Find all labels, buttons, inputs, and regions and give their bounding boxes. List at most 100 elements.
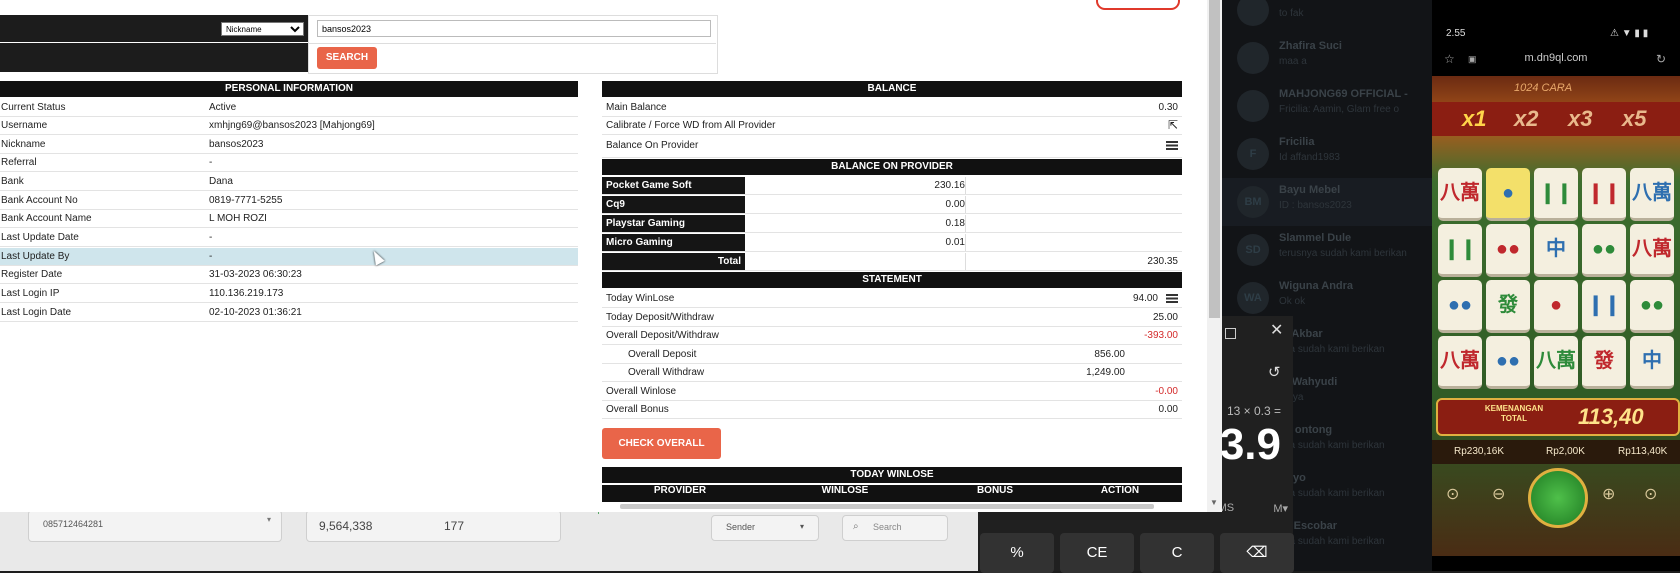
overall-deposit-label: Overall Deposit: [628, 349, 697, 360]
percent-button[interactable]: %: [980, 533, 1054, 573]
game-banner: 1024 CARA x1 x2 x3 x5: [1432, 82, 1680, 136]
chat-list-item[interactable]: BM Bayu Mebel ID : bansos2023: [1215, 178, 1437, 226]
list-icon[interactable]: [1166, 290, 1178, 307]
personal-info-header: PERSONAL INFORMATION: [0, 81, 578, 97]
close-icon[interactable]: ✕: [1270, 320, 1283, 340]
ce-button[interactable]: CE: [1060, 533, 1134, 573]
chat-message: nya sudah kami berikan: [1279, 440, 1385, 451]
history-icon[interactable]: ↺: [1268, 363, 1281, 381]
avatar: [1237, 42, 1269, 74]
calibrate-row: Calibrate / Force WD from All Provider ⇱: [602, 117, 1182, 135]
ways-label: 1024 CARA: [1514, 82, 1573, 94]
search-button[interactable]: SEARCH: [317, 47, 377, 69]
spin-button[interactable]: [1528, 468, 1588, 528]
personal-info-value: L MOH ROZI: [209, 213, 267, 224]
list-icon[interactable]: [1166, 137, 1178, 154]
auto-icon[interactable]: ⊙: [1644, 484, 1657, 504]
today-deposit-withdraw-row: Today Deposit/Withdraw 25.00: [602, 309, 1182, 327]
horizontal-scrollbar[interactable]: [620, 504, 1154, 509]
personal-info-label: Referral: [1, 157, 37, 168]
personal-info-label: Last Login Date: [1, 307, 72, 318]
chat-message: nya sudah kami berikan: [1279, 344, 1385, 355]
multiplier-x1: x1: [1462, 106, 1487, 131]
personal-info-label: Bank Account Name: [1, 213, 92, 224]
mahjong-tile: 八萬: [1630, 224, 1674, 277]
maximize-icon[interactable]: [1225, 328, 1236, 339]
chat-list-item[interactable]: F Fricilia Id affand1983: [1215, 130, 1437, 178]
chat-message: terusnya sudah kami berikan: [1279, 248, 1407, 259]
phone-field[interactable]: 085712464281 ▾: [28, 510, 282, 542]
check-overall-button[interactable]: CHECK OVERALL: [602, 428, 721, 459]
calc-expression: 13 × 0.3 =: [1226, 404, 1281, 418]
overall-deposit-value: 856.00: [1094, 349, 1125, 360]
chat-list-item[interactable]: WA Wiguna Andra Ok ok: [1215, 274, 1437, 322]
provider-balance: 0.00: [945, 199, 965, 210]
search-type-select[interactable]: Nickname: [221, 22, 304, 36]
personal-info-value: Active: [209, 102, 237, 113]
chat-list-item[interactable]: to fak: [1215, 0, 1437, 34]
provider-name: Pocket Game Soft: [602, 177, 745, 194]
win-label: KEMENANGAN TOTAL: [1484, 404, 1544, 423]
external-link-icon[interactable]: ⇱: [1168, 117, 1178, 134]
turbo-icon[interactable]: ⊙: [1446, 484, 1459, 504]
browser-url[interactable]: m.dn9ql.com: [1432, 52, 1680, 64]
personal-info-label: Current Status: [1, 102, 66, 113]
personal-info-label: Last Update By: [1, 251, 70, 262]
minus-icon[interactable]: ⊖: [1492, 484, 1505, 504]
sender-select-label: Sender: [726, 522, 756, 532]
mahjong-tile: 中: [1534, 224, 1578, 277]
chevron-down-icon: ▾: [799, 522, 804, 531]
personal-info-value: bansos2023: [209, 139, 264, 150]
mahjong-tile: 發: [1582, 336, 1626, 389]
sender-select[interactable]: Sender ▾: [711, 515, 819, 541]
personal-info-label: Last Login IP: [1, 288, 60, 299]
personal-info-label: Register Date: [1, 269, 63, 280]
mahjong-tile: 中: [1630, 336, 1674, 389]
overall-withdraw-label: Overall Withdraw: [628, 367, 705, 378]
overall-deposit-row: Overall Deposit 856.00: [602, 346, 1182, 364]
multiplier-x3: x3: [1568, 106, 1593, 131]
count-value: 177: [444, 519, 465, 533]
reload-icon[interactable]: ↻: [1656, 52, 1666, 66]
chat-list-item[interactable]: SD Slammel Dule terusnya sudah kami berika…: [1215, 226, 1437, 274]
provider-balance: 0.01: [945, 237, 965, 248]
mahjong-tile: ●: [1534, 280, 1578, 333]
chat-list-item[interactable]: MAHJONG69 OFFICIAL - Fricilia: Aamin, Gla…: [1215, 82, 1437, 130]
mahjong-game[interactable]: 1024 CARA x1 x2 x3 x5 八萬 ● ❙❙ ❙❙ 八萬 ❙❙ ●● 中 ●● 八萬…: [1432, 76, 1680, 556]
balance-on-provider-row: Balance On Provider: [602, 137, 1182, 158]
column-bonus: BONUS: [976, 485, 1014, 496]
plus-icon[interactable]: ⊕: [1602, 484, 1615, 504]
balance-header: BALANCE: [602, 81, 1182, 97]
mahjong-tile: 八萬: [1438, 168, 1482, 221]
chat-message: maa a: [1279, 56, 1307, 67]
personal-info-label: Nickname: [1, 139, 46, 150]
member-detail-modal: Nickname SEARCH PERSONAL INFORMATION Cur…: [0, 0, 1222, 512]
memory-list-button[interactable]: M▾: [1273, 502, 1288, 515]
search-input[interactable]: [317, 20, 711, 37]
chat-message: Fricilia: Aamin, Glam free o: [1279, 104, 1400, 115]
win-value: 113,40: [1578, 404, 1644, 429]
balance-value: Rp230,16K: [1454, 446, 1505, 457]
stats-card: 9,564,338 177: [306, 510, 561, 542]
mahjong-tile: ❙❙: [1438, 224, 1482, 277]
chat-name: Wiguna Andra: [1279, 280, 1354, 292]
backspace-button[interactable]: ⌫: [1220, 533, 1294, 573]
chat-list-item[interactable]: Zhafira Suci maa a: [1215, 34, 1437, 82]
provider-row: Micro Gaming 0.01: [602, 234, 1182, 252]
phone-time: 2.55: [1446, 28, 1466, 39]
provider-row: Cq9 0.00: [602, 196, 1182, 214]
personal-info-label: Bank: [1, 176, 24, 187]
today-winlose-label: Today WinLose: [606, 293, 675, 304]
mahjong-tile: ●●: [1486, 224, 1530, 277]
phone-mirror: 2.55 ⚠ ▼ ▮ ▮ ☆ ▣ m.dn9ql.com ↻ 1024 CARA…: [1432, 0, 1680, 571]
amount-value: 9,564,338: [319, 519, 373, 533]
column-winlose: WINLOSE: [821, 485, 869, 496]
mahjong-tile: 八萬: [1438, 336, 1482, 389]
modal-scrollbar-thumb[interactable]: [1209, 0, 1220, 318]
statement-header: STATEMENT: [602, 272, 1182, 288]
chat-name: Slammel Dule: [1279, 232, 1352, 244]
clear-button[interactable]: C: [1140, 533, 1214, 573]
avatar: [1237, 90, 1269, 122]
background-search-input[interactable]: ⌕ Search: [842, 515, 948, 541]
scroll-down-icon[interactable]: ▼: [1210, 498, 1218, 507]
